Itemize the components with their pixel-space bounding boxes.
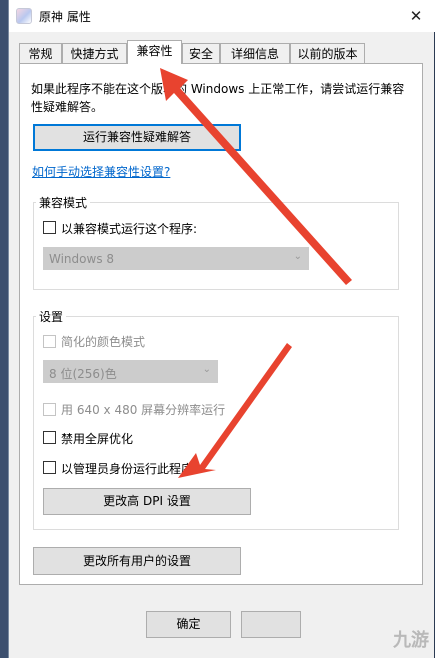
arrow-to-dpi-button — [178, 343, 292, 478]
watermark-logo: 九游 — [393, 630, 429, 651]
tab-compatibility[interactable]: 兼容性 — [127, 40, 182, 64]
annotation-arrows — [160, 68, 352, 478]
arrow-to-compat-tab — [160, 68, 352, 285]
